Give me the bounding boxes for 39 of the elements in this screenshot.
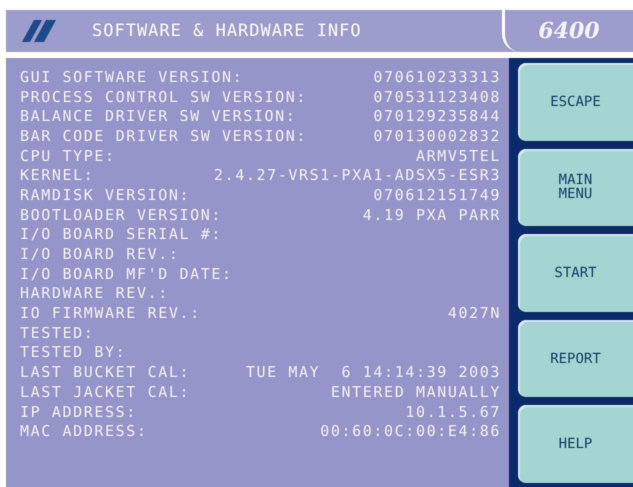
model-number: 6400 <box>502 10 633 52</box>
info-label: IP ADDRESS: <box>20 402 137 421</box>
info-label: I/O BOARD REV.: <box>20 245 180 264</box>
info-value: 070130002832 <box>373 126 501 145</box>
info-value: 070531123408 <box>373 88 501 106</box>
info-value: 070610233313 <box>373 68 501 86</box>
info-label: GUI SOFTWARE VERSION: <box>20 68 244 86</box>
info-label: IO FIRMWARE REV.: <box>20 304 201 322</box>
info-value: 2.4.27-VRS1-PXA1-ADSX5-ESR3 <box>214 166 501 184</box>
info-label: TESTED BY: <box>20 343 126 362</box>
info-label: I/O BOARD SERIAL #: <box>20 225 222 244</box>
info-value: 00:60:0C:00:E4:86 <box>320 422 501 440</box>
info-label: LAST BUCKET CAL: <box>20 363 190 382</box>
info-value: 10.1.5.67 <box>405 402 501 421</box>
info-label: HARDWARE REV.: <box>20 284 169 302</box>
info-value: 4027N <box>448 304 501 322</box>
info-label: KERNEL: <box>20 166 94 184</box>
info-value: ARMV5TEL <box>416 146 501 165</box>
info-label: TESTED: <box>20 324 94 342</box>
menu-button[interactable]: START <box>518 234 633 312</box>
info-label: CPU TYPE: <box>20 146 116 165</box>
menu-button[interactable]: ESCAPE <box>518 63 633 141</box>
info-label: MAC ADDRESS: <box>20 422 148 440</box>
info-value: ENTERED MANUALLY <box>330 382 501 401</box>
info-label: BALANCE DRIVER SW VERSION: <box>20 107 296 126</box>
info-value: 070129235844 <box>373 107 501 126</box>
info-label: BOOTLOADER VERSION: <box>20 206 222 224</box>
info-label: LAST JACKET CAL: <box>20 382 190 401</box>
menu-button[interactable]: REPORT <box>518 320 633 398</box>
menu-button[interactable]: HELP <box>518 405 633 483</box>
info-value: TUE MAY 6 14:14:39 2003 <box>246 363 501 382</box>
info-value: 070612151749 <box>373 186 501 204</box>
screen-title: SOFTWARE & HARDWARE INFO <box>92 21 363 41</box>
info-value: 4.19 PXA PARR <box>362 206 501 224</box>
menu-button[interactable]: MAIN MENU <box>518 148 633 226</box>
info-label: RAMDISK VERSION: <box>20 186 190 204</box>
info-label: PROCESS CONTROL SW VERSION: <box>20 88 308 106</box>
info-label: I/O BOARD MF'D DATE: <box>20 264 233 283</box>
info-label: BAR CODE DRIVER SW VERSION: <box>20 126 308 145</box>
